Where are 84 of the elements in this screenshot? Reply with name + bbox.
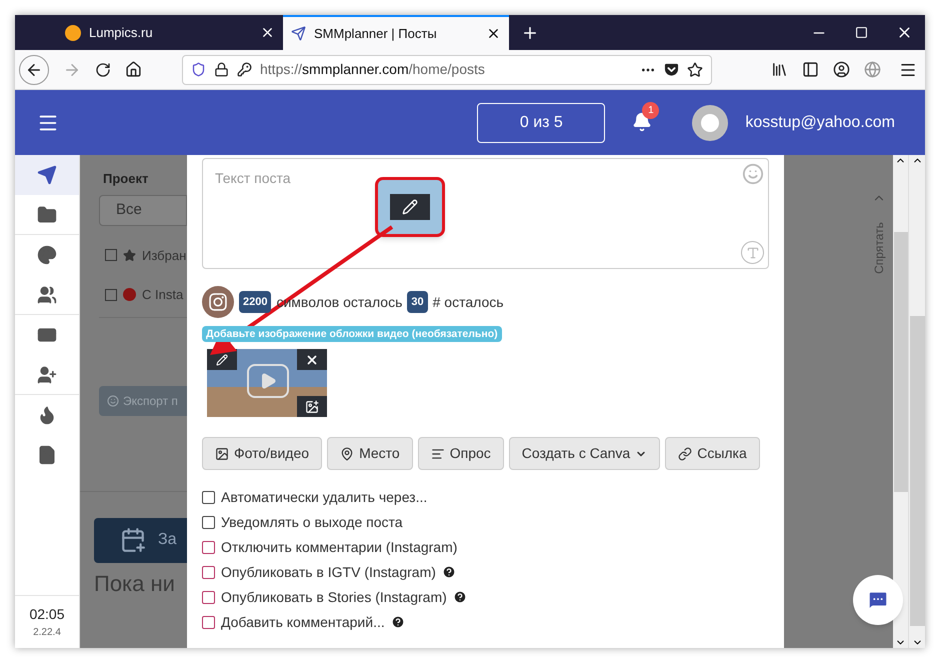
filter-label: С Insta bbox=[142, 286, 184, 304]
option-label[interactable]: Отключить комментарии (Instagram) bbox=[221, 536, 458, 558]
action-button[interactable]: Создать с Canva bbox=[508, 437, 660, 470]
remove-button[interactable] bbox=[297, 349, 327, 370]
globe-icon[interactable] bbox=[864, 61, 881, 78]
checkbox[interactable] bbox=[202, 516, 215, 528]
action-button[interactable]: Фото/видео bbox=[202, 437, 322, 470]
checkbox[interactable] bbox=[202, 590, 215, 604]
image-icon bbox=[215, 446, 229, 460]
browser-tab[interactable]: SMMplanner | Посты bbox=[283, 15, 509, 50]
checkbox[interactable] bbox=[202, 616, 215, 628]
notification-badge: 1 bbox=[642, 102, 660, 118]
close-icon[interactable] bbox=[260, 25, 275, 40]
smiley-icon bbox=[107, 394, 119, 406]
folder-icon bbox=[37, 204, 57, 224]
home-icon[interactable] bbox=[125, 61, 142, 78]
version-text: 2.22.4 bbox=[33, 626, 61, 640]
url-field[interactable]: https://smmplanner.com/home/posts bbox=[182, 54, 712, 84]
checkbox[interactable] bbox=[202, 566, 215, 578]
list-icon bbox=[430, 446, 445, 460]
users-icon bbox=[37, 284, 57, 304]
paper-plane-icon bbox=[37, 165, 57, 185]
scroll-thumb[interactable] bbox=[894, 232, 908, 492]
filter-label: Избран bbox=[142, 246, 186, 265]
star-icon bbox=[123, 248, 136, 262]
play-icon[interactable] bbox=[247, 364, 289, 398]
project-label: Проект bbox=[102, 170, 150, 188]
cover-hint-label: Добавьте изображение обложки видео (необязательно) bbox=[202, 326, 502, 342]
empty-state-text: Пока ни bbox=[94, 570, 176, 598]
url-text: https://smmplanner.com/home/posts bbox=[260, 60, 486, 79]
checkbox[interactable] bbox=[105, 249, 117, 262]
shield-icon[interactable] bbox=[191, 62, 206, 77]
pencil-icon bbox=[216, 354, 228, 366]
star-icon[interactable] bbox=[687, 62, 703, 78]
avatar[interactable] bbox=[692, 104, 728, 140]
pocket-icon[interactable] bbox=[664, 62, 679, 77]
option-label[interactable]: Автоматически удалить через... bbox=[221, 486, 428, 508]
action-button[interactable]: Место bbox=[327, 437, 413, 470]
close-icon[interactable] bbox=[486, 26, 501, 41]
camera-icon bbox=[208, 292, 228, 312]
lock-icon[interactable] bbox=[214, 62, 229, 77]
calendar-add-icon bbox=[120, 527, 146, 553]
option-label[interactable]: Уведомлять о выходе поста bbox=[221, 512, 403, 532]
checkbox[interactable] bbox=[202, 540, 215, 554]
option-label[interactable]: Добавить комментарий... bbox=[221, 612, 385, 632]
chars-left-badge: 2200 bbox=[239, 290, 272, 314]
link-icon bbox=[678, 446, 692, 460]
favicon-icon bbox=[65, 24, 81, 40]
clock-time: 02:05 bbox=[29, 605, 65, 624]
palette-icon bbox=[37, 245, 57, 265]
create-post-button[interactable]: За bbox=[94, 518, 187, 562]
add-image-button[interactable] bbox=[297, 396, 327, 417]
tab-title: SMMplanner | Посты bbox=[314, 24, 438, 43]
triangle-icon bbox=[259, 372, 277, 390]
key-icon[interactable] bbox=[237, 62, 252, 77]
option-label[interactable]: Опубликовать в IGTV (Instagram) bbox=[221, 562, 436, 582]
add-image-icon bbox=[305, 400, 319, 414]
user-email[interactable]: kosstup@yahoo.com bbox=[745, 110, 895, 134]
checkbox[interactable] bbox=[202, 490, 215, 504]
back-button[interactable] bbox=[19, 54, 49, 84]
hashtags-left-text: # осталось bbox=[432, 292, 504, 312]
tab-title: Lumpics.ru bbox=[89, 24, 154, 42]
add-user-icon bbox=[37, 364, 57, 384]
reload-icon[interactable] bbox=[95, 62, 111, 78]
sidebar-item[interactable] bbox=[15, 155, 79, 195]
action-button[interactable]: Опрос bbox=[418, 437, 504, 470]
posts-counter-button[interactable]: 0 из 5 bbox=[477, 102, 606, 142]
sidebar-icon[interactable] bbox=[802, 61, 819, 78]
option-label[interactable]: Опубликовать в Stories (Instagram) bbox=[221, 586, 447, 608]
placeholder-text: Текст поста bbox=[215, 170, 291, 186]
maximize-icon[interactable] bbox=[855, 26, 868, 39]
library-icon[interactable] bbox=[771, 61, 788, 78]
paper-plane-icon bbox=[291, 26, 306, 41]
bell-icon[interactable] bbox=[632, 112, 652, 132]
avatar-face-icon bbox=[701, 114, 720, 132]
account-icon[interactable] bbox=[833, 61, 850, 78]
close-icon bbox=[305, 352, 319, 366]
scroll-thumb[interactable] bbox=[910, 316, 924, 626]
action-button[interactable]: Ссылка bbox=[665, 437, 760, 470]
hashtags-left-badge: 30 bbox=[407, 290, 428, 314]
checkbox[interactable] bbox=[105, 288, 117, 301]
letter-t-icon bbox=[746, 246, 760, 260]
map-pin-icon bbox=[340, 446, 354, 460]
pencil-icon bbox=[402, 199, 418, 215]
